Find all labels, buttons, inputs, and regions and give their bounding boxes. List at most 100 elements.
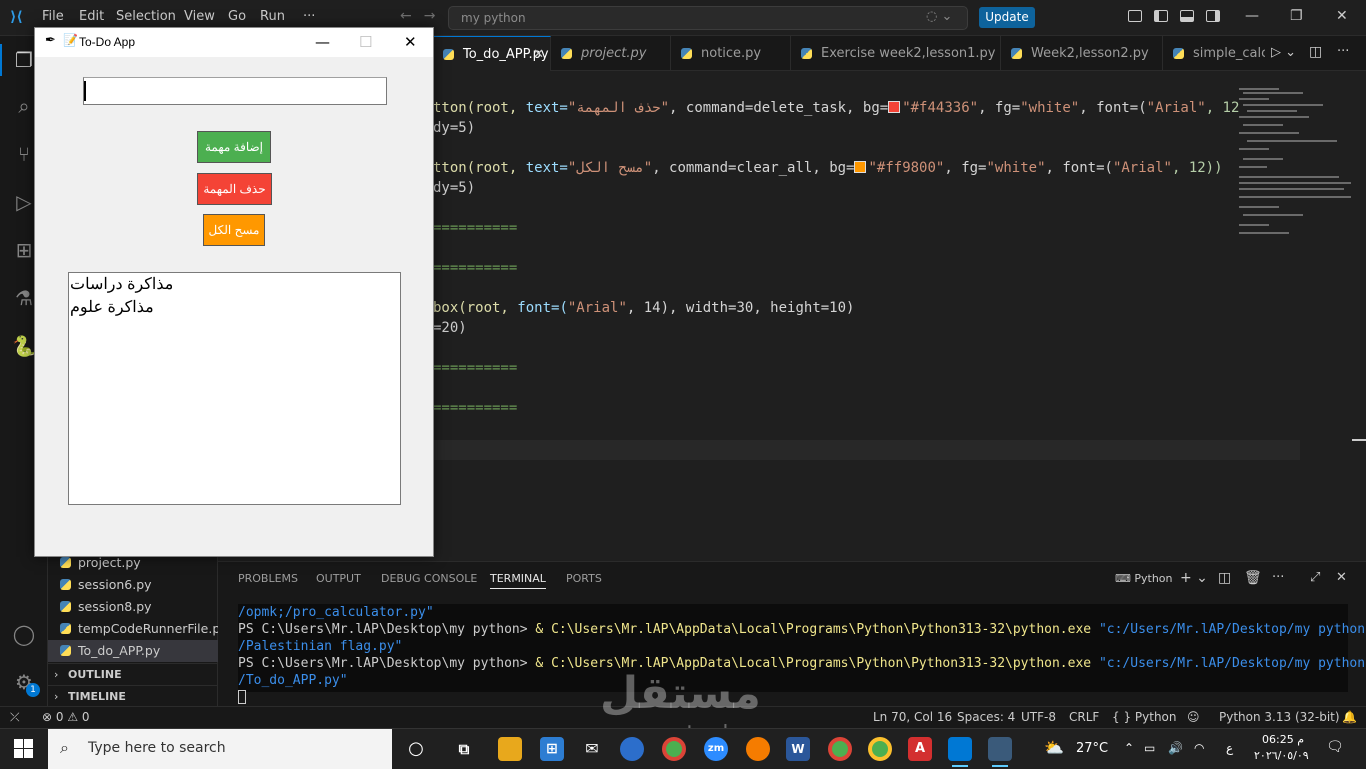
- toggle-sidebar-icon[interactable]: [1154, 10, 1168, 22]
- minimize-icon[interactable]: —: [1245, 8, 1259, 24]
- volume-icon[interactable]: 🔊: [1168, 741, 1183, 755]
- tab-todo-app[interactable]: To_do_APP.py ✕: [433, 36, 551, 71]
- split-terminal-icon[interactable]: ◫: [1218, 570, 1231, 586]
- clock-time[interactable]: 06:25 م: [1262, 733, 1304, 746]
- windows-start-icon[interactable]: [14, 739, 34, 759]
- menu-go[interactable]: Go: [228, 9, 246, 24]
- close-panel-icon[interactable]: ✕: [1336, 570, 1347, 585]
- explorer-icon[interactable]: ❐: [12, 48, 36, 72]
- chrome-profile2-icon[interactable]: [868, 737, 892, 761]
- code-editor[interactable]: tton(root, text="حذف المهمة", command=de…: [433, 71, 1366, 561]
- taskbar-search[interactable]: ⌕ Type here to search: [48, 729, 392, 769]
- tab-problems[interactable]: PROBLEMS: [238, 572, 298, 585]
- tasks-listbox[interactable]: مذاكرة دراسات مذاكرة علوم: [68, 272, 401, 505]
- vscode-taskbar-icon[interactable]: [948, 737, 972, 767]
- run-debug-icon[interactable]: ▷: [12, 190, 36, 214]
- todo-close-icon[interactable]: ✕: [404, 33, 417, 51]
- acrobat-icon[interactable]: A: [908, 737, 932, 761]
- weather-icon[interactable]: ⛅: [1044, 738, 1064, 757]
- task-entry-field[interactable]: [83, 77, 387, 105]
- tab-exercise-week2[interactable]: Exercise week2,lesson1.py: [791, 36, 1001, 71]
- close-icon[interactable]: ✕: [1336, 8, 1348, 24]
- new-terminal-icon[interactable]: + ⌄: [1180, 570, 1208, 586]
- todo-titlebar[interactable]: ✒ 📝 To-Do App — ☐ ✕: [35, 28, 433, 57]
- microsoft-store-icon[interactable]: ⊞: [540, 737, 564, 761]
- word-icon[interactable]: W: [786, 737, 810, 761]
- add-task-button[interactable]: إضافة مهمة: [197, 131, 271, 163]
- chrome-icon[interactable]: [662, 737, 686, 761]
- network-icon[interactable]: ◠: [1194, 741, 1204, 755]
- menu-edit[interactable]: Edit: [79, 9, 104, 24]
- panel-more-icon[interactable]: ···: [1272, 570, 1284, 585]
- timeline-section[interactable]: › TIMELINE: [48, 685, 218, 707]
- language-mode[interactable]: { } Python: [1112, 710, 1177, 724]
- tab-output[interactable]: OUTPUT: [316, 572, 361, 585]
- problems-indicator[interactable]: ⊗ 0 ⚠ 0: [42, 710, 90, 724]
- encoding[interactable]: UTF-8: [1021, 710, 1056, 724]
- toggle-panel-icon[interactable]: [1180, 10, 1194, 22]
- python-taskbar-icon[interactable]: [988, 737, 1012, 767]
- weather-temp[interactable]: 27°C: [1076, 741, 1108, 756]
- tab-ports[interactable]: PORTS: [566, 572, 602, 585]
- account-icon[interactable]: ◯: [12, 622, 36, 646]
- extensions-icon[interactable]: ⊞: [12, 238, 36, 262]
- file-item-todo-app[interactable]: To_do_APP.py: [48, 640, 218, 662]
- testing-icon[interactable]: ⚗: [12, 286, 36, 310]
- todo-maximize-icon[interactable]: ☐: [359, 33, 372, 51]
- menu-selection[interactable]: Selection: [116, 9, 176, 24]
- delete-task-button[interactable]: حذف المهمة: [197, 173, 272, 205]
- tab-project[interactable]: project.py: [551, 36, 671, 71]
- kill-terminal-icon[interactable]: 🗑: [1244, 570, 1262, 586]
- split-editor-icon[interactable]: ◫: [1309, 44, 1322, 60]
- run-file-icon[interactable]: ▷ ⌄: [1271, 45, 1296, 60]
- tab-week2-lesson2[interactable]: Week2,lesson2.py: [1001, 36, 1163, 71]
- color-swatch-orange[interactable]: [854, 161, 867, 173]
- menu-view[interactable]: View: [184, 9, 215, 24]
- chrome-profile-icon[interactable]: [828, 737, 852, 761]
- tab-notice[interactable]: notice.py: [671, 36, 791, 71]
- nav-arrows[interactable]: ←→: [400, 8, 447, 24]
- more-actions-icon[interactable]: ···: [1337, 44, 1349, 59]
- brave-icon[interactable]: [746, 737, 770, 761]
- clear-all-button[interactable]: مسح الكل: [203, 214, 265, 246]
- notifications-icon[interactable]: 🔔: [1342, 710, 1357, 724]
- mail-icon[interactable]: ✉: [580, 737, 604, 761]
- file-item-session6[interactable]: session6.py: [48, 574, 218, 596]
- copilot-icon[interactable]: ◌ ⌄: [926, 9, 952, 24]
- python-icon[interactable]: 🐍: [12, 334, 37, 358]
- todo-minimize-icon[interactable]: —: [315, 33, 330, 51]
- menu-more[interactable]: ···: [303, 9, 315, 24]
- remote-icon[interactable]: ⤫: [10, 710, 20, 725]
- file-item-session8[interactable]: session8.py: [48, 596, 218, 618]
- command-center-search[interactable]: my python: [448, 6, 968, 30]
- python-interpreter[interactable]: Python 3.13 (32-bit): [1219, 710, 1340, 724]
- task-item[interactable]: مذاكرة دراسات: [70, 274, 173, 294]
- search-icon[interactable]: ⌕: [12, 94, 36, 118]
- menu-file[interactable]: File: [42, 9, 64, 24]
- update-button[interactable]: Update: [979, 7, 1035, 28]
- close-tab-icon[interactable]: ✕: [533, 37, 544, 71]
- task-view-icon[interactable]: ⧉: [452, 737, 476, 761]
- outline-section[interactable]: › OUTLINE: [48, 663, 218, 685]
- indentation[interactable]: Spaces: 4: [957, 710, 1015, 724]
- toggle-secondary-sidebar-icon[interactable]: [1206, 10, 1220, 22]
- tray-chevron-icon[interactable]: ⌃: [1124, 741, 1134, 755]
- input-language[interactable]: ع: [1226, 741, 1233, 755]
- source-control-icon[interactable]: ⑂: [12, 142, 36, 166]
- tab-terminal[interactable]: TERMINAL: [490, 572, 546, 589]
- customize-layout-icon[interactable]: [1128, 10, 1142, 22]
- battery-icon[interactable]: ▭: [1144, 741, 1155, 755]
- terminal-output[interactable]: /opmk;/pro_calculator.py" PS C:\Users\Mr…: [238, 604, 1365, 704]
- clock-date[interactable]: ٢٠٢٦/٠٥/٠٩: [1254, 749, 1309, 762]
- file-explorer-icon[interactable]: [498, 737, 522, 761]
- maximize-panel-icon[interactable]: ⤢: [1310, 570, 1320, 585]
- color-swatch-red[interactable]: [888, 101, 901, 113]
- restore-icon[interactable]: ❐: [1290, 8, 1303, 24]
- minimap[interactable]: [1239, 86, 1354, 246]
- task-item[interactable]: مذاكرة علوم: [70, 297, 154, 317]
- copilot-status-icon[interactable]: ☺: [1187, 710, 1200, 724]
- editor-scrollbar[interactable]: [1352, 439, 1366, 441]
- cortana-icon[interactable]: ○: [404, 737, 428, 761]
- edge-icon[interactable]: [620, 737, 644, 761]
- terminal-shell-selector[interactable]: ⌨ Python: [1115, 572, 1173, 585]
